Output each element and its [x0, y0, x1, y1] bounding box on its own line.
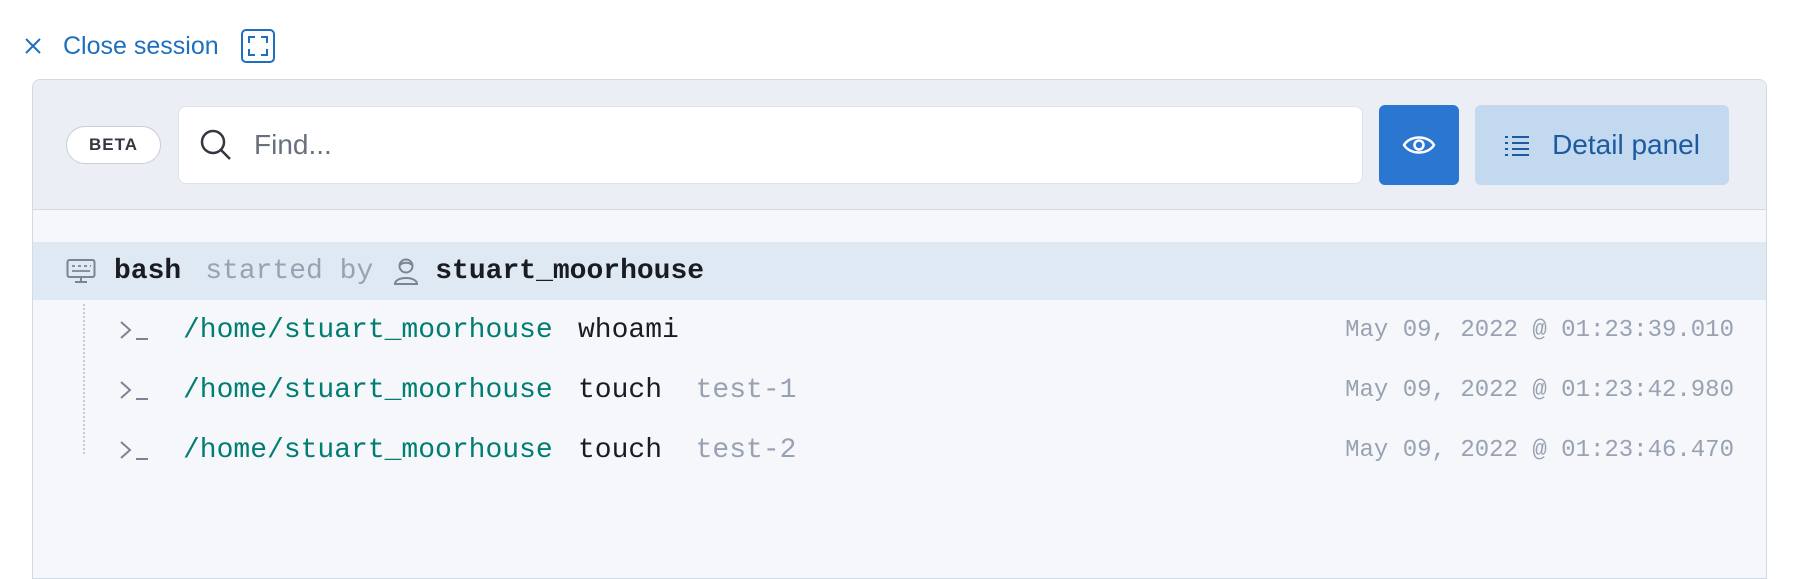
display-options-button[interactable]: [1379, 104, 1460, 185]
beta-badge: BETA: [66, 125, 162, 164]
prompt-icon: [120, 321, 148, 340]
detail-panel-label: Detail panel: [1552, 128, 1700, 160]
started-by-text: started by: [205, 255, 374, 287]
process-args: test-2: [695, 434, 797, 466]
list-icon: [1505, 135, 1530, 156]
session-header: Close session: [22, 26, 275, 66]
process-command-line: whoami: [578, 315, 679, 346]
process-timestamp: May 09, 2022 @ 01:23:42.980: [1345, 376, 1734, 404]
process-working-dir: /home/stuart_moorhouse: [183, 434, 553, 466]
session-command: bash: [114, 255, 182, 287]
close-icon[interactable]: [22, 35, 44, 57]
process-row[interactable]: /home/stuart_moorhouse touch test-2 May …: [33, 420, 1766, 480]
process-tree: bash started by stuart_moorhouse /home/s…: [33, 210, 1766, 480]
process-timestamp: May 09, 2022 @ 01:23:39.010: [1345, 316, 1734, 344]
process-command: touch: [578, 374, 663, 406]
process-working-dir: /home/stuart_moorhouse: [183, 374, 553, 406]
session-toolbar: BETA Detail panel: [33, 80, 1766, 210]
detail-panel-button[interactable]: Detail panel: [1475, 104, 1730, 185]
process-timestamp: May 09, 2022 @ 01:23:46.470: [1345, 436, 1734, 464]
child-processes: /home/stuart_moorhouse whoami May 09, 20…: [33, 300, 1766, 480]
process-command-line: touch test-1: [578, 375, 796, 406]
session-view-panel: BETA Detail panel: [32, 79, 1767, 579]
process-command: whoami: [578, 314, 679, 346]
process-row[interactable]: /home/stuart_moorhouse whoami May 09, 20…: [33, 300, 1766, 360]
fullscreen-icon: [247, 36, 268, 56]
session-user: stuart_moorhouse: [435, 255, 705, 287]
process-args: test-1: [695, 374, 797, 406]
session-leader-row[interactable]: bash started by stuart_moorhouse: [33, 242, 1766, 300]
search-box[interactable]: [178, 105, 1364, 184]
process-working-dir: /home/stuart_moorhouse: [183, 314, 553, 346]
process-row[interactable]: /home/stuart_moorhouse touch test-1 May …: [33, 360, 1766, 420]
process-command: touch: [578, 434, 663, 466]
process-command-line: touch test-2: [578, 435, 796, 466]
search-icon: [200, 129, 231, 160]
prompt-icon: [120, 381, 148, 400]
eye-icon: [1402, 135, 1436, 154]
fullscreen-button[interactable]: [240, 29, 275, 63]
terminal-icon: [66, 259, 96, 283]
search-input[interactable]: [254, 128, 1335, 161]
prompt-icon: [120, 441, 148, 460]
user-icon: [394, 258, 419, 285]
close-session-link[interactable]: Close session: [63, 32, 219, 61]
